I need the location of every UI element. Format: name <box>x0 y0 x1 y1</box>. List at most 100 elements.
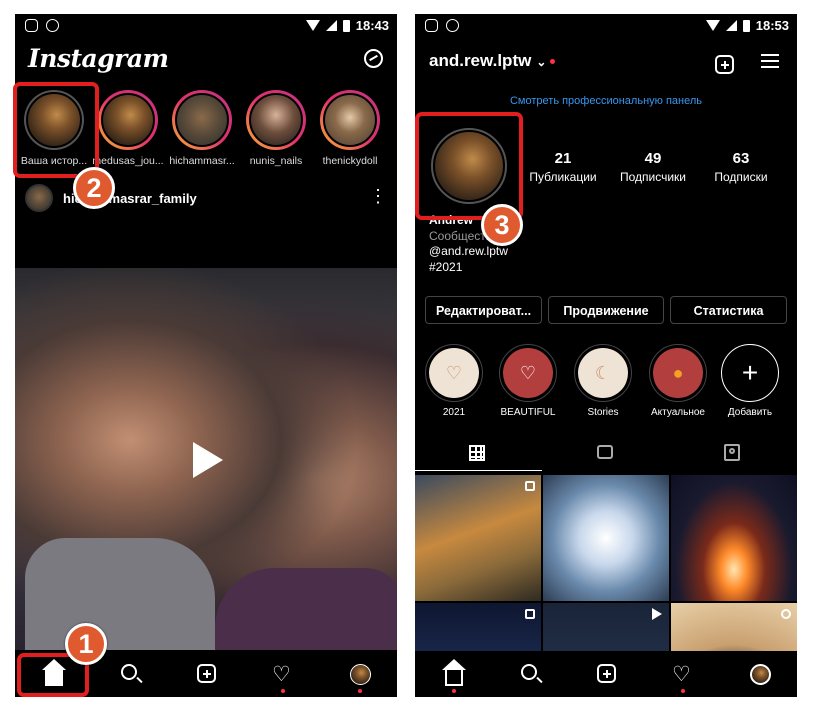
status-bar: 18:43 <box>15 14 397 38</box>
new-post-button[interactable] <box>711 51 739 79</box>
story-item[interactable]: hichammasr... <box>166 90 238 167</box>
nav-activity[interactable]: ♡ <box>269 660 297 693</box>
instagram-notification-icon <box>425 19 438 32</box>
tab-igtv[interactable] <box>542 440 669 470</box>
highlight-item[interactable]: ♡ 2021 <box>419 344 489 418</box>
highlight-cover: ● <box>653 348 703 398</box>
promote-button[interactable]: Продвижение <box>548 296 664 324</box>
professional-dashboard-link[interactable]: Смотреть профессиональную панель <box>415 95 797 107</box>
bio-hashtag[interactable]: #2021 <box>429 260 508 276</box>
story-item[interactable]: nunis_nails <box>240 90 312 167</box>
tab-grid[interactable] <box>415 440 542 471</box>
sync-notification-icon <box>446 19 459 32</box>
highlight-cover: ♡ <box>503 348 553 398</box>
story-label: medusas_jou... <box>92 155 164 167</box>
stat-following[interactable]: 63 Подписки <box>703 150 779 184</box>
highlight-label: Актуальное <box>651 407 705 418</box>
nav-profile[interactable] <box>746 660 774 688</box>
stat-followers[interactable]: 49 Подписчики <box>613 150 693 184</box>
carousel-icon <box>525 609 535 619</box>
grid-photo[interactable] <box>415 475 541 601</box>
nav-search[interactable] <box>517 660 545 688</box>
add-icon <box>715 55 734 74</box>
carousel-icon <box>525 481 535 491</box>
post-author-avatar[interactable] <box>25 184 53 212</box>
avatar <box>323 93 377 147</box>
highlight-label: Добавить <box>727 407 773 418</box>
story-avatar-ring <box>246 90 306 150</box>
story-label: hichammasr... <box>169 155 235 167</box>
edit-profile-button[interactable]: Редактироват... <box>425 296 542 324</box>
wifi-icon <box>705 20 720 31</box>
stat-posts[interactable]: 21 Публикации <box>525 150 601 184</box>
stat-value: 49 <box>644 150 662 167</box>
story-label: nunis_nails <box>249 155 303 167</box>
video-icon <box>652 608 662 620</box>
chevron-down-icon: ⌄ <box>536 55 547 69</box>
bio-handle[interactable]: @and.rew.lptw <box>429 244 508 260</box>
notification-dot <box>550 59 556 65</box>
instagram-logo: Instagram <box>28 44 169 73</box>
battery-icon <box>742 19 750 32</box>
highlight-item[interactable]: ♡ BEAUTIFUL <box>493 344 563 418</box>
menu-icon[interactable] <box>761 54 779 68</box>
nav-add[interactable] <box>593 660 621 688</box>
step-badge: 1 <box>65 623 107 665</box>
nav-profile[interactable] <box>346 660 374 693</box>
tab-tagged[interactable] <box>669 440 796 470</box>
post-more-options-icon[interactable]: ⋮ <box>369 187 387 205</box>
highlight-cover: ☾ <box>578 348 628 398</box>
highlight-item[interactable]: ● Актуальное <box>643 344 713 418</box>
status-time: 18:43 <box>355 18 389 33</box>
nav-home[interactable] <box>440 659 468 693</box>
highlight-label: 2021 <box>442 407 466 418</box>
stat-label: Подписки <box>714 170 768 184</box>
add-icon <box>597 664 616 683</box>
story-item[interactable]: medusas_jou... <box>92 90 164 167</box>
stat-label: Публикации <box>529 170 597 184</box>
stat-label: Подписчики <box>619 170 686 184</box>
profile-tabs <box>415 440 797 472</box>
avatar <box>101 93 155 147</box>
signal-icon <box>725 20 737 31</box>
search-icon <box>121 664 137 680</box>
heart-icon: ♡ <box>672 663 691 686</box>
highlight-label: BEAUTIFUL <box>500 407 556 418</box>
messenger-icon[interactable] <box>364 49 383 68</box>
grid-icon <box>469 445 485 461</box>
nav-add[interactable] <box>193 660 221 688</box>
post-video[interactable] <box>15 268 397 650</box>
notification-dot <box>681 689 685 693</box>
story-item[interactable]: thenickydoll <box>314 90 386 167</box>
plus-icon: + <box>741 357 759 388</box>
sync-notification-icon <box>46 19 59 32</box>
highlight-item[interactable]: ☾ Stories <box>568 344 638 418</box>
grid-photo[interactable] <box>671 475 797 601</box>
notification-dot <box>281 689 285 693</box>
insights-button[interactable]: Статистика <box>670 296 787 324</box>
heart-icon: ♡ <box>272 663 291 686</box>
play-icon[interactable] <box>193 442 223 478</box>
wifi-icon <box>305 20 320 31</box>
profile-icon <box>350 664 371 685</box>
tagged-icon <box>724 444 740 461</box>
nav-search[interactable] <box>117 660 145 688</box>
profile-username: and.rew.lptw <box>429 51 532 70</box>
profile-icon <box>750 664 771 685</box>
step-badge: 3 <box>481 204 523 246</box>
account-switcher[interactable]: and.rew.lptw ⌄ <box>429 51 556 71</box>
status-time: 18:53 <box>755 18 789 33</box>
nav-activity[interactable]: ♡ <box>669 660 697 693</box>
highlight-ring: ♡ <box>425 344 483 402</box>
story-avatar-ring <box>98 90 158 150</box>
story-avatar-ring <box>320 90 380 150</box>
stat-value: 63 <box>732 150 750 167</box>
video-figure-left <box>25 538 215 650</box>
highlight-ring: ● <box>649 344 707 402</box>
instagram-notification-icon <box>25 19 38 32</box>
grid-photo[interactable] <box>543 475 669 601</box>
add-icon <box>197 664 216 683</box>
add-highlight-button[interactable]: + Добавить <box>715 344 785 418</box>
highlight-ring: + <box>721 344 779 402</box>
status-bar: 18:53 <box>415 14 797 38</box>
